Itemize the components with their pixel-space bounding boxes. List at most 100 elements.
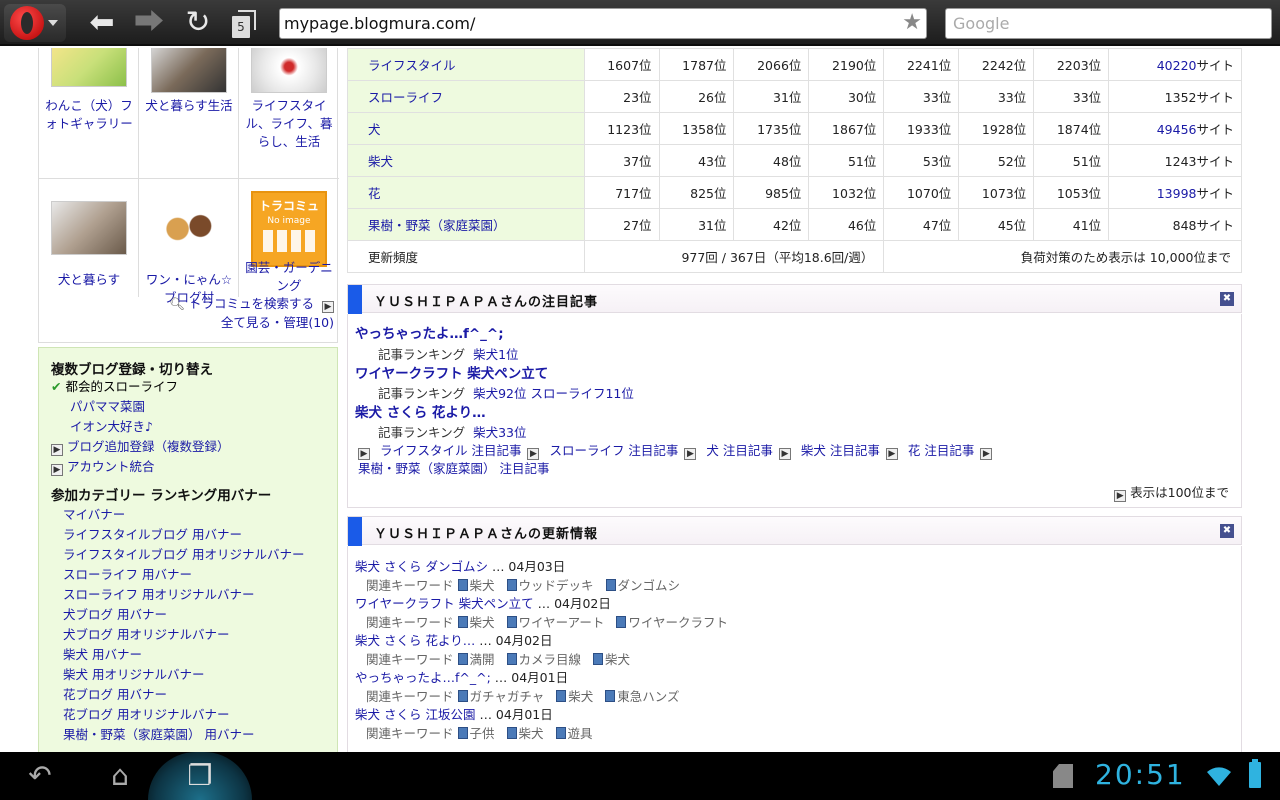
add-blog-item[interactable]: ▶ ブログ追加登録（複数登録）	[51, 437, 230, 457]
update-title-link[interactable]: ワイヤークラフト 柴犬ペン立て	[355, 596, 534, 611]
address-bar[interactable]: mypage.blogmura.com/ ★	[279, 8, 927, 39]
ranking-category[interactable]: 果樹・野菜（家庭菜園）	[347, 208, 585, 241]
site-count-value[interactable]: 49456	[1157, 122, 1197, 137]
banner-item[interactable]: マイバナー	[63, 505, 125, 525]
bookmark-star-icon[interactable]: ★	[902, 10, 922, 35]
back-icon[interactable]: ↶	[20, 760, 60, 792]
close-icon[interactable]: ✖	[1220, 524, 1234, 538]
banner-link[interactable]: マイバナー	[63, 507, 125, 522]
ranking-category[interactable]: スローライフ	[347, 80, 585, 113]
tabs-button[interactable]: 5	[232, 8, 258, 38]
banner-link[interactable]: ライフスタイルブログ 用オリジナルバナー	[63, 547, 304, 562]
blog-item-active[interactable]: ✔ 都会的スローライフ	[51, 377, 178, 397]
banner-link[interactable]: 果樹・野菜（家庭菜園） 用バナー	[63, 727, 254, 742]
banner-item[interactable]: 柴犬 用バナー	[63, 645, 142, 665]
banner-link[interactable]: スローライフ 用オリジナルバナー	[63, 587, 254, 602]
site-count-value[interactable]: 40220	[1157, 58, 1197, 73]
rank-link[interactable]: 柴犬33位	[473, 425, 526, 440]
keyword[interactable]: 柴犬	[605, 652, 630, 667]
banner-item[interactable]: 花ブログ 用バナー	[63, 685, 167, 705]
keyword[interactable]: 満開	[470, 652, 495, 667]
rank-link[interactable]: 柴犬1位	[473, 347, 518, 362]
banner-item[interactable]: ライフスタイルブログ 用バナー	[63, 525, 242, 545]
category-link[interactable]: 柴犬 注目記事	[801, 443, 880, 458]
forward-arrow-icon[interactable]: ⮕	[131, 6, 167, 40]
keyword[interactable]: 柴犬	[470, 615, 495, 630]
opera-menu-button[interactable]	[4, 4, 66, 42]
category-link[interactable]: 犬	[368, 122, 381, 137]
search-input[interactable]: Google	[945, 8, 1272, 39]
keyword[interactable]: ダンゴムシ	[618, 578, 681, 593]
update-title-link[interactable]: 柴犬 さくら ダンゴムシ	[355, 559, 488, 574]
category-link[interactable]: 果樹・野菜（家庭菜園）	[368, 218, 506, 233]
category-link[interactable]: 花	[368, 186, 381, 201]
keyword[interactable]: ウッドデッキ	[519, 578, 594, 593]
category-link[interactable]: ライフスタイル 注目記事	[380, 443, 521, 458]
banner-item[interactable]: スローライフ 用オリジナルバナー	[63, 585, 254, 605]
category-link[interactable]: 果樹・野菜（家庭菜園） 注目記事	[358, 461, 549, 476]
banner-item[interactable]: 花ブログ 用オリジナルバナー	[63, 705, 229, 725]
banner-link[interactable]: 犬ブログ 用オリジナルバナー	[63, 627, 229, 642]
keyword[interactable]: カメラ目線	[519, 652, 582, 667]
keyword[interactable]: 遊具	[568, 726, 593, 741]
banner-link[interactable]: 犬ブログ 用バナー	[63, 607, 167, 622]
account-merge-item[interactable]: ▶ アカウント統合	[51, 457, 155, 477]
recent-apps-icon[interactable]: ❐	[180, 760, 220, 792]
banner-item[interactable]: スローライフ 用バナー	[63, 565, 192, 585]
banner-link[interactable]: 花ブログ 用バナー	[63, 687, 167, 702]
ranking-category[interactable]: 柴犬	[347, 144, 585, 177]
keyword[interactable]: 柴犬	[470, 578, 495, 593]
blog-item[interactable]: パパママ菜園	[70, 397, 145, 417]
update-title-link[interactable]: やっちゃったよ…f^_^;	[355, 670, 491, 685]
home-icon[interactable]: ⌂	[100, 760, 140, 792]
update-title-link[interactable]: 柴犬 さくら 江坂公園	[355, 707, 475, 722]
tracomi-item[interactable]: 犬と暮らす	[39, 179, 139, 297]
keyword[interactable]: ワイヤークラフト	[628, 615, 728, 630]
banner-link[interactable]: 柴犬 用オリジナルバナー	[63, 667, 204, 682]
tracomi-item[interactable]: 犬と暮らす生活	[139, 48, 239, 179]
ranking-category[interactable]: 犬	[347, 112, 585, 145]
article-title[interactable]: やっちゃったよ…f^_^;	[355, 322, 504, 342]
add-blog-link[interactable]: ブログ追加登録（複数登録）	[67, 439, 230, 454]
category-link[interactable]: 柴犬	[368, 154, 393, 169]
blog-link[interactable]: パパママ菜園	[70, 399, 145, 414]
banner-item[interactable]: 果樹・野菜（家庭菜園） 用バナー	[63, 725, 254, 745]
tracomi-manage-link[interactable]: 全て見る・管理(10)	[221, 315, 334, 330]
keyword[interactable]: 子供	[470, 726, 495, 741]
close-icon[interactable]: ✖	[1220, 292, 1234, 306]
tracomi-item[interactable]: ワン・にゃん☆ブログ村	[139, 179, 239, 305]
banner-item[interactable]: 柴犬 用オリジナルバナー	[63, 665, 204, 685]
rank-link[interactable]: 柴犬92位 スローライフ11位	[473, 386, 634, 401]
keyword[interactable]: 柴犬	[568, 689, 593, 704]
keyword[interactable]: ワイヤーアート	[519, 615, 605, 630]
keyword[interactable]: 東急ハンズ	[617, 689, 679, 704]
ranking-category[interactable]: 花	[347, 176, 585, 209]
category-link[interactable]: スローライフ 注目記事	[549, 443, 678, 458]
category-link[interactable]: ライフスタイル	[368, 58, 456, 73]
account-merge-link[interactable]: アカウント統合	[67, 459, 155, 474]
tracomi-item[interactable]: ライフスタイル、ライフ、暮らし、生活	[239, 48, 339, 179]
banner-link[interactable]: ライフスタイルブログ 用バナー	[63, 527, 242, 542]
banner-item[interactable]: 犬ブログ 用オリジナルバナー	[63, 625, 229, 645]
blog-item[interactable]: イオン大好き♪	[70, 417, 153, 437]
article-title[interactable]: 柴犬 さくら 花より…	[355, 401, 486, 421]
reload-icon[interactable]: ↻	[180, 6, 216, 40]
tracomi-item[interactable]: トラコミュ No image 園芸・ガーデニング	[239, 179, 339, 297]
keyword[interactable]: 柴犬	[519, 726, 544, 741]
banner-link[interactable]: 柴犬 用バナー	[63, 647, 142, 662]
banner-link[interactable]: 花ブログ 用オリジナルバナー	[63, 707, 229, 722]
ranking-category[interactable]: ライフスタイル	[347, 48, 585, 81]
blog-link[interactable]: イオン大好き♪	[70, 419, 153, 434]
back-arrow-icon[interactable]: ⬅	[84, 6, 120, 40]
category-link[interactable]: 犬 注目記事	[706, 443, 772, 458]
banner-item[interactable]: 犬ブログ 用バナー	[63, 605, 167, 625]
category-link[interactable]: 花 注目記事	[908, 443, 974, 458]
site-count-value[interactable]: 13998	[1157, 186, 1197, 201]
banner-item[interactable]: ライフスタイルブログ 用オリジナルバナー	[63, 545, 304, 565]
category-link[interactable]: スローライフ	[368, 90, 443, 105]
banner-link[interactable]: スローライフ 用バナー	[63, 567, 192, 582]
tracomi-item[interactable]: わんこ（犬）フォトギャラリー	[39, 48, 139, 179]
tracomi-search-link[interactable]: トラコミュを検索する	[189, 296, 314, 311]
article-title[interactable]: ワイヤークラフト 柴犬ペン立て	[355, 362, 548, 382]
keyword[interactable]: ガチャガチャ	[470, 689, 545, 704]
